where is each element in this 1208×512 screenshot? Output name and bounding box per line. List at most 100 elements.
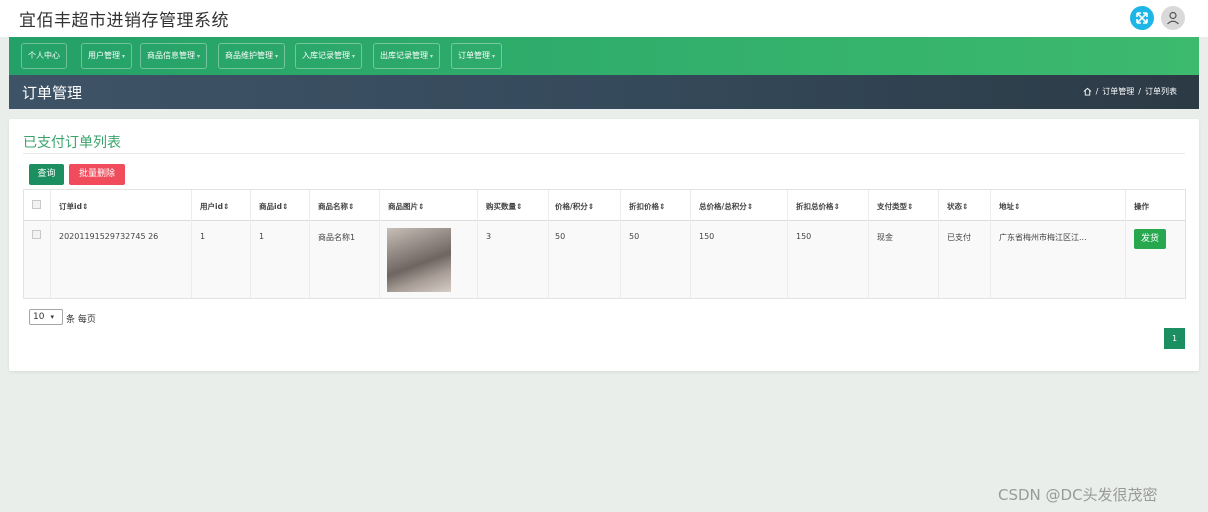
expand-icon bbox=[1136, 12, 1148, 24]
page-size-label: 条 每页 bbox=[66, 315, 96, 325]
cell-product-id: 1 bbox=[259, 232, 265, 241]
column-divider bbox=[250, 190, 251, 298]
nav-item-product-maintenance[interactable]: 商品维护管理 ▾ bbox=[218, 43, 286, 69]
column-header-order-id[interactable]: 订单id⇕ bbox=[59, 201, 88, 212]
column-header-label: 总价格/总积分 bbox=[699, 202, 747, 211]
nav-item-label: 商品信息管理 bbox=[147, 51, 195, 60]
column-divider bbox=[620, 190, 621, 298]
column-header-label: 商品图片 bbox=[388, 202, 418, 211]
column-divider bbox=[548, 190, 549, 298]
column-header-pay-type[interactable]: 支付类型⇕ bbox=[877, 201, 913, 212]
nav-item-label: 出库记录管理 bbox=[380, 51, 428, 60]
nav-item-label: 用户管理 bbox=[88, 51, 120, 60]
chevron-down-icon: ▾ bbox=[352, 53, 356, 60]
column-header-label: 折扣价格 bbox=[629, 202, 659, 211]
column-header-user-id[interactable]: 用户id⇕ bbox=[200, 201, 229, 212]
product-thumbnail bbox=[387, 228, 451, 292]
top-bar: 宜佰丰超市进销存管理系统 bbox=[0, 0, 1208, 37]
column-header-discount-price[interactable]: 折扣价格⇕ bbox=[629, 201, 665, 212]
chevron-down-icon: ▾ bbox=[197, 53, 201, 60]
cell-price: 50 bbox=[555, 232, 566, 241]
breadcrumb-separator: / bbox=[1138, 87, 1141, 96]
nav-item-stock-in[interactable]: 入库记录管理 ▾ bbox=[295, 43, 363, 69]
column-divider bbox=[191, 190, 192, 298]
nav-item-label: 订单管理 bbox=[458, 51, 490, 60]
column-header-discount-total[interactable]: 折扣总价格⇕ bbox=[796, 201, 840, 212]
column-header-quantity[interactable]: 购买数量⇕ bbox=[486, 201, 522, 212]
column-header-product-image[interactable]: 商品图片⇕ bbox=[388, 201, 424, 212]
nav-item-profile[interactable]: 个人中心 bbox=[21, 43, 67, 69]
column-header-total[interactable]: 总价格/总积分⇕ bbox=[699, 201, 753, 212]
column-header-label: 商品id bbox=[259, 202, 282, 211]
nav-item-orders[interactable]: 订单管理 ▾ bbox=[451, 43, 503, 69]
column-divider bbox=[309, 190, 310, 298]
sort-icon: ⇕ bbox=[587, 202, 595, 211]
cell-product-name: 商品名称1 bbox=[318, 233, 356, 242]
user-icon bbox=[1167, 11, 1179, 25]
sort-icon: ⇕ bbox=[348, 202, 355, 211]
cell-quantity: 3 bbox=[486, 232, 492, 241]
page-size-select[interactable]: 10 ▾ bbox=[29, 309, 63, 325]
page-title: 订单管理 bbox=[22, 84, 83, 102]
cell-discount-total: 150 bbox=[796, 232, 812, 241]
nav-item-label: 个人中心 bbox=[28, 51, 60, 60]
orders-card: 已支付订单列表 查询 批量删除 订单id⇕ 用户id⇕ 商品id⇕ 商品名称⇕ … bbox=[9, 119, 1199, 371]
batch-delete-button[interactable]: 批量删除 bbox=[69, 164, 125, 185]
user-avatar-button[interactable] bbox=[1161, 6, 1185, 30]
column-divider bbox=[990, 190, 991, 298]
pagination-page-1[interactable]: 1 bbox=[1164, 328, 1185, 349]
select-all-checkbox[interactable] bbox=[32, 200, 41, 209]
chevron-down-icon: ▾ bbox=[275, 53, 279, 60]
watermark: CSDN @DC头发很茂密 bbox=[998, 486, 1158, 504]
nav-item-label: 商品维护管理 bbox=[225, 51, 273, 60]
sort-icon: ⇕ bbox=[659, 202, 666, 211]
query-button[interactable]: 查询 bbox=[29, 164, 64, 185]
sort-icon: ⇕ bbox=[222, 202, 230, 211]
cell-user-id: 1 bbox=[200, 232, 206, 241]
cell-discount-price: 50 bbox=[629, 232, 640, 241]
sort-icon: ⇕ bbox=[516, 202, 523, 211]
column-header-address[interactable]: 地址⇕ bbox=[999, 201, 1020, 212]
column-header-price[interactable]: 价格/积分⇕ bbox=[555, 201, 594, 212]
column-header-label: 折扣总价格 bbox=[796, 202, 834, 211]
column-divider bbox=[787, 190, 788, 298]
row-checkbox[interactable] bbox=[32, 230, 41, 239]
header-divider bbox=[24, 220, 1185, 221]
cell-pay-type: 现金 bbox=[877, 233, 893, 242]
column-divider bbox=[1125, 190, 1126, 298]
main-nav: 个人中心 用户管理 ▾ 商品信息管理 ▾ 商品维护管理 ▾ 入库记录管理 ▾ 出库记录管… bbox=[9, 37, 1199, 75]
chevron-down-icon: ▾ bbox=[430, 53, 434, 60]
sort-icon: ⇕ bbox=[907, 202, 914, 211]
nav-item-users[interactable]: 用户管理 ▾ bbox=[81, 43, 133, 69]
column-divider bbox=[50, 190, 51, 298]
sort-icon: ⇕ bbox=[1014, 202, 1021, 211]
card-title: 已支付订单列表 bbox=[23, 135, 121, 151]
page-header: 订单管理 / 订单管理 / 订单列表 bbox=[9, 75, 1199, 109]
cell-address: 广东省梅州市梅江区江... bbox=[999, 233, 1087, 242]
nav-item-product-info[interactable]: 商品信息管理 ▾ bbox=[140, 43, 208, 69]
nav-item-label: 入库记录管理 bbox=[302, 51, 350, 60]
sort-icon: ⇕ bbox=[962, 202, 969, 211]
fullscreen-button[interactable] bbox=[1130, 6, 1154, 30]
column-header-product-id[interactable]: 商品id⇕ bbox=[259, 201, 288, 212]
chevron-down-icon: ▾ bbox=[492, 53, 496, 60]
sort-icon: ⇕ bbox=[746, 202, 754, 211]
column-header-status[interactable]: 状态⇕ bbox=[947, 201, 968, 212]
column-header-label: 地址 bbox=[999, 202, 1014, 211]
app-title: 宜佰丰超市进销存管理系统 bbox=[19, 11, 229, 31]
column-header-label: 商品名称 bbox=[318, 202, 348, 211]
sort-icon: ⇕ bbox=[833, 202, 840, 211]
column-header-product-name[interactable]: 商品名称⇕ bbox=[318, 201, 354, 212]
column-divider bbox=[690, 190, 691, 298]
column-divider bbox=[379, 190, 380, 298]
nav-item-stock-out[interactable]: 出库记录管理 ▾ bbox=[373, 43, 441, 69]
column-header-label: 订单id bbox=[59, 202, 82, 211]
breadcrumb: / 订单管理 / 订单列表 bbox=[1083, 86, 1177, 97]
divider bbox=[23, 153, 1185, 154]
column-header-action: 操作 bbox=[1134, 202, 1149, 211]
chevron-down-icon: ▾ bbox=[122, 53, 126, 60]
column-header-label: 用户id bbox=[200, 202, 223, 211]
ship-button[interactable]: 发货 bbox=[1134, 229, 1166, 249]
home-icon[interactable] bbox=[1083, 87, 1092, 96]
breadcrumb-level1[interactable]: 订单管理 bbox=[1102, 86, 1134, 97]
